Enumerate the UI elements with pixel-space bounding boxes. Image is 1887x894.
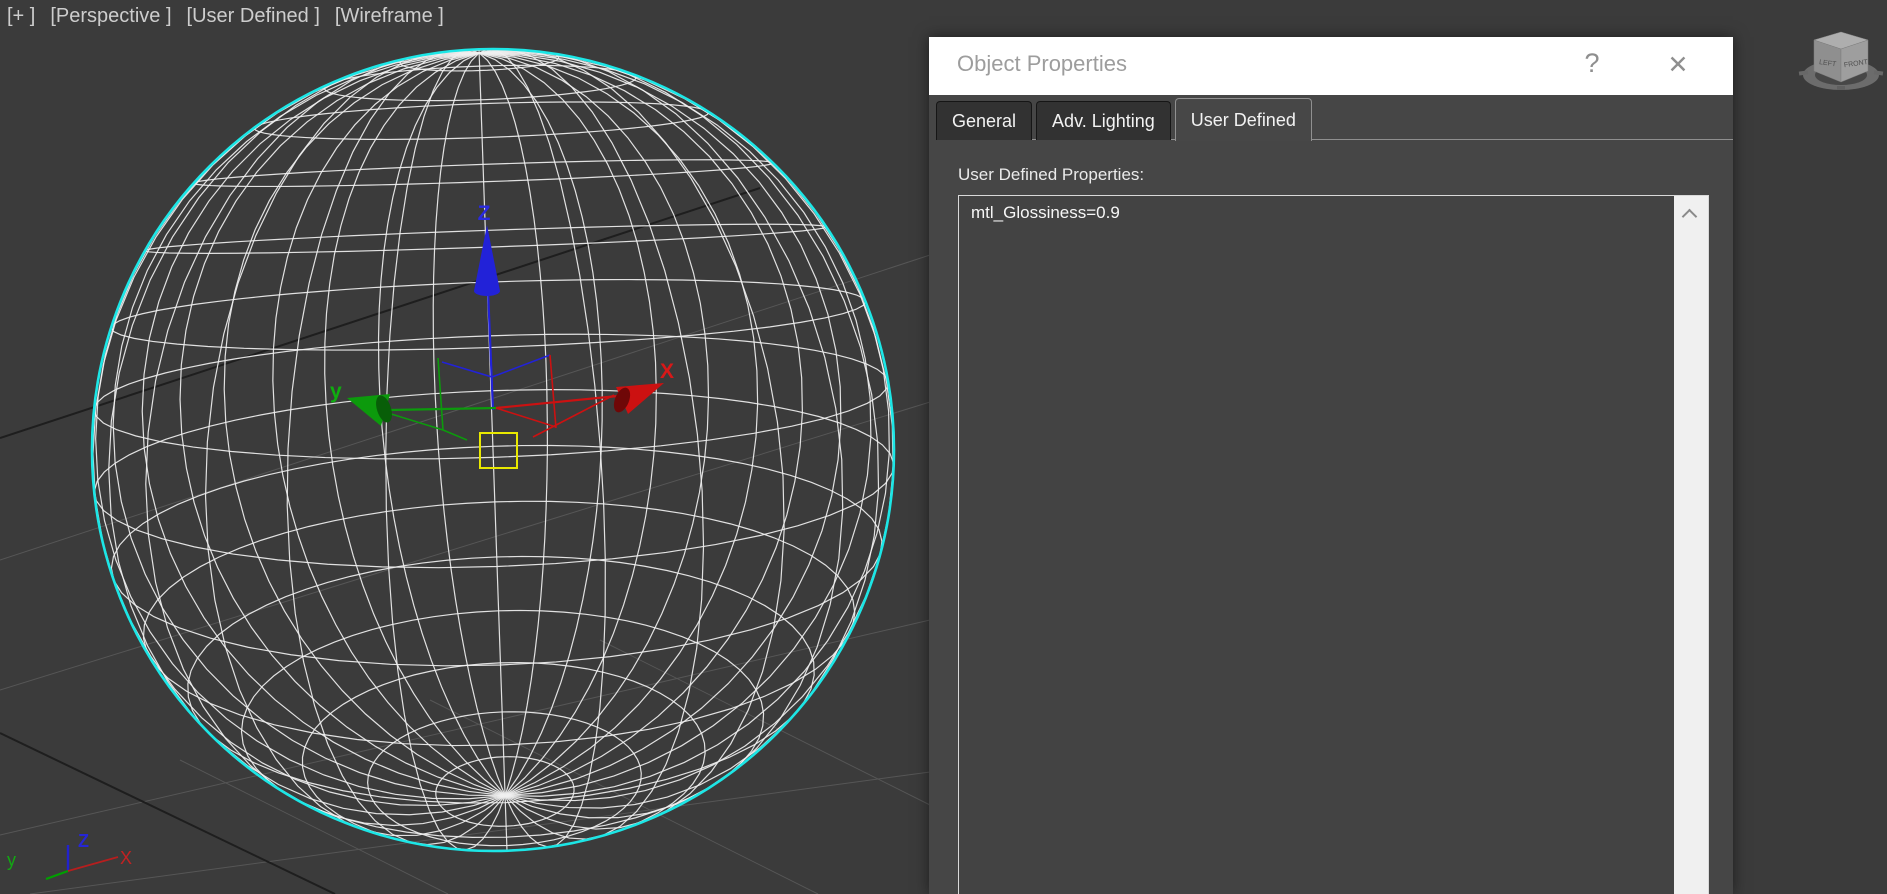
world-axis-y-label: y xyxy=(7,850,16,870)
application-window: Z y X Z y X [+ ] [Perspective ] [User De… xyxy=(0,0,1887,894)
gizmo-xy-plane-handle[interactable] xyxy=(479,432,518,469)
world-axis-indicator: Z y X xyxy=(7,831,132,881)
gizmo-x-label: X xyxy=(660,360,674,383)
object-properties-dialog: Object Properties ? ✕ General Adv. Light… xyxy=(929,37,1733,894)
close-button[interactable]: ✕ xyxy=(1661,50,1695,84)
wireframe-sphere[interactable] xyxy=(79,35,906,864)
gizmo-z-arrow-icon[interactable] xyxy=(474,225,500,296)
viewport-menu-user-defined[interactable]: [User Defined ] xyxy=(187,4,320,28)
gizmo-z-label: Z xyxy=(478,202,491,225)
properties-text: mtl_Glossiness=0.9 xyxy=(971,203,1120,222)
tab-general[interactable]: General xyxy=(936,101,1033,140)
world-axis-z-label: Z xyxy=(78,831,89,851)
home-grid xyxy=(0,187,931,894)
viewcube[interactable]: LEFT FRONT xyxy=(1795,20,1887,104)
viewport-menu-pov[interactable]: [Perspective ] xyxy=(50,4,171,28)
user-defined-properties-label: User Defined Properties: xyxy=(958,165,1145,184)
dialog-title: Object Properties xyxy=(957,51,1127,76)
viewport-menu-general[interactable]: [+ ] xyxy=(7,4,35,28)
textarea-scrollbar[interactable] xyxy=(1674,196,1708,894)
tab-adv-lighting[interactable]: Adv. Lighting xyxy=(1036,101,1171,140)
help-button[interactable]: ? xyxy=(1577,48,1607,84)
world-axis-x-label: X xyxy=(120,848,132,868)
user-defined-properties-textarea[interactable]: mtl_Glossiness=0.9 xyxy=(958,195,1709,894)
viewport-label: [+ ] [Perspective ] [User Defined ] [Wir… xyxy=(7,4,444,28)
tab-user-defined[interactable]: User Defined xyxy=(1174,98,1312,141)
dialog-titlebar[interactable]: Object Properties ? ✕ xyxy=(929,37,1733,95)
dialog-tabs: General Adv. Lighting User Defined xyxy=(936,98,1733,141)
viewport-menu-shading[interactable]: [Wireframe ] xyxy=(335,4,444,28)
gizmo-y-label: y xyxy=(330,380,342,403)
scrollbar-up-icon[interactable] xyxy=(1683,208,1695,220)
